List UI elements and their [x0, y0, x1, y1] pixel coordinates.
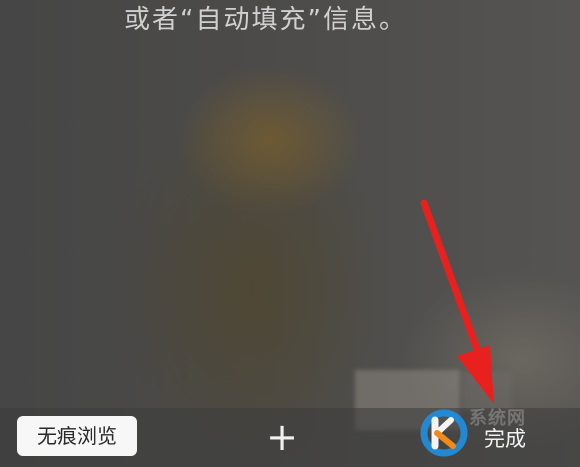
mosaic-patch: [462, 372, 512, 412]
tab-overview-screen: 或者“自动填充”信息。 无痕浏览 + 系统网 完成: [0, 0, 580, 467]
done-button[interactable]: 完成: [484, 423, 526, 455]
incognito-button[interactable]: 无痕浏览: [17, 416, 137, 456]
instruction-text: 或者“自动填充”信息。: [124, 5, 407, 35]
add-tab-button[interactable]: +: [262, 418, 302, 459]
